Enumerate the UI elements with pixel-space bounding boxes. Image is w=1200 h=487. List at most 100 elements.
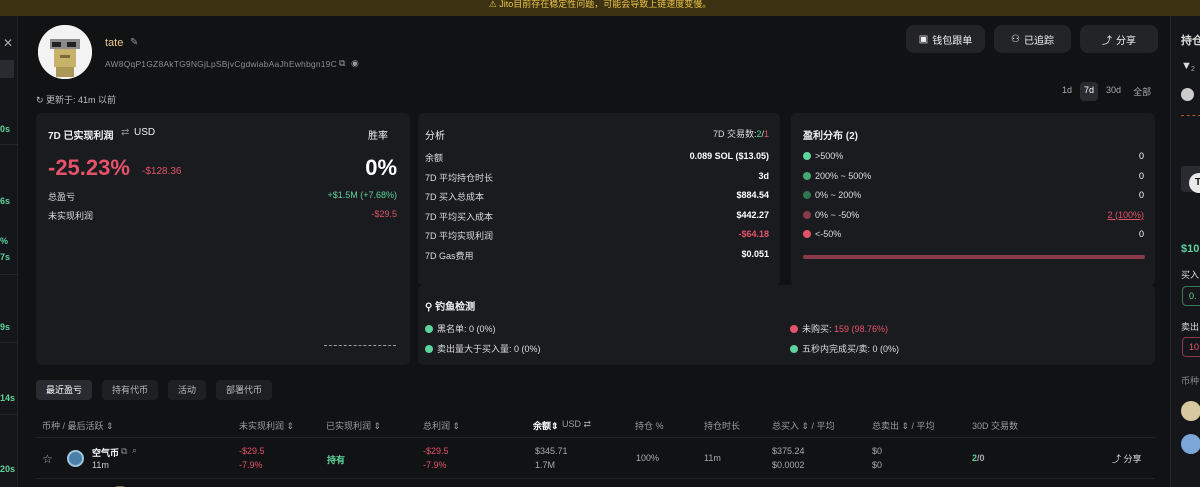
token-avatar[interactable] <box>1181 434 1200 454</box>
col-token[interactable]: 币种 / 最后活跃 ⇕ <box>42 419 114 432</box>
phishing-title-text: 钓鱼检测 <box>435 302 476 313</box>
status-dot <box>803 171 811 180</box>
col-balance[interactable]: 余额⇕ <box>533 419 559 432</box>
sidebar-time-label: 7s <box>0 252 11 262</box>
divider <box>36 478 1155 479</box>
analysis-row-label: 7D 买入总成本 <box>425 192 485 202</box>
trade-count-sell: 1 <box>763 129 769 139</box>
close-icon[interactable]: ✕ <box>3 36 13 50</box>
phishing-item: 黑名单: 0 (0%) <box>425 322 496 335</box>
sell-total: $0 <box>872 446 883 456</box>
search-icon[interactable]: ⌕ <box>132 445 137 456</box>
phishing-title: ⚲ 钓鱼检测 <box>425 298 475 313</box>
wallet-follow-button[interactable]: ▣ 钱包跟单 <box>906 25 985 53</box>
unrealized-label: 未实现利润 <box>48 211 94 221</box>
distribution-row-value: 0 <box>1138 170 1144 181</box>
share-button[interactable]: ⤴ 分享 <box>1080 25 1158 53</box>
realized-status: 持有 <box>327 455 346 465</box>
hook-icon: ⚲ <box>425 302 436 313</box>
distribution-row-label: 200% ~ 500% <box>815 170 872 181</box>
last-updated: ↻ 更新于: 41m 以前 <box>36 93 116 106</box>
explorer-icon[interactable]: ◉ <box>351 58 359 69</box>
username: tate <box>105 37 124 49</box>
col-buy[interactable]: 总买入 ⇕ / 平均 <box>772 419 835 432</box>
timeframe-7d[interactable]: 7d <box>1080 82 1099 101</box>
star-icon[interactable]: ☆ <box>42 452 53 466</box>
timeframe-30d[interactable]: 30d <box>1102 82 1125 101</box>
coin-header: 币种 <box>1181 376 1200 386</box>
token-avatar[interactable] <box>1181 401 1200 421</box>
timeframe-1d[interactable]: 1d <box>1058 82 1076 101</box>
tab-recent-pnl[interactable]: 最近盈亏 <box>36 380 93 400</box>
phishing-item-label: 黑名单: <box>437 324 470 334</box>
divider <box>36 437 1155 438</box>
analysis-row-label: 7D Gas费用 <box>425 250 474 261</box>
sidebar-selected-item[interactable] <box>0 60 14 78</box>
copy-icon[interactable]: ⧉ <box>339 58 345 69</box>
col-duration[interactable]: 持仓时长 <box>704 419 740 432</box>
balance-amount: 1.7M <box>535 460 556 470</box>
hold-duration: 11m <box>704 453 721 463</box>
phishing-item: 五秒内完成买/卖: 0 (0%) <box>790 342 899 355</box>
tab-holdings[interactable]: 持有代币 <box>102 380 159 400</box>
copy-icon[interactable]: ⧉ <box>121 446 127 457</box>
col-usd-label: USD <box>562 419 582 429</box>
phishing-item-value: 0 (0%) <box>872 344 900 354</box>
phishing-item-label: 未购买: <box>802 324 835 334</box>
tab-activity[interactable]: 活动 <box>168 380 207 400</box>
filter-count: 2 <box>1191 66 1195 73</box>
buy-input[interactable]: 0. <box>1182 286 1200 306</box>
row-share-button[interactable]: ⤴ 分享 <box>1112 452 1142 465</box>
total-pct: -7.9% <box>423 460 447 470</box>
col-trades[interactable]: 30D 交易数 <box>972 419 1018 432</box>
distribution-row-label: 0% ~ 200% <box>815 190 862 200</box>
wallet-address: AW8QqP1GZ8AkTG9NGjLpSBjvCgdwiabAaJhEwhbg… <box>105 59 337 69</box>
pnl-title: 7D 已实现利润 <box>48 131 114 142</box>
distribution-row: 200% ~ 500% <box>803 171 871 181</box>
analysis-row-label: 7D 平均实现利润 <box>425 231 494 241</box>
timeframe-selector: 1d 7d 30d 全部 <box>1058 82 1155 101</box>
edit-icon[interactable]: ✎ <box>130 37 138 48</box>
divider <box>1181 115 1200 116</box>
sell-label: 卖出 <box>1181 322 1200 332</box>
last-updated-text: 更新于: 41m 以前 <box>46 95 117 105</box>
col-sell[interactable]: 总卖出 ⇕ / 平均 <box>872 419 935 432</box>
currency-label[interactable]: USD <box>134 127 155 138</box>
currency-toggle-icon[interactable]: ⇄ <box>121 127 129 138</box>
sell-input[interactable]: 10 <box>1182 337 1200 357</box>
col-unrealized[interactable]: 未实现利润 ⇕ <box>239 419 294 432</box>
distribution-title: 盈利分布 (2) <box>803 131 858 142</box>
token-name[interactable]: 空气币 <box>92 446 119 459</box>
warning-banner: ⚠ Jito目前存在稳定性问题，可能会导致上链速度变慢。 <box>0 0 1200 16</box>
analysis-row-value: 3d <box>758 170 769 181</box>
mini-chart-baseline <box>324 345 396 346</box>
token-avatar[interactable] <box>1181 88 1194 101</box>
col-realized[interactable]: 已实现利润 ⇕ <box>326 419 381 432</box>
main-content: tate ✎ AW8QqP1GZ8AkTG9NGjLpSBjvCgdwiabAa… <box>18 16 1170 487</box>
profit-distribution-card: 盈利分布 (2) >500% 0 200% ~ 500% 0 0% ~ 200% 0 0% … <box>791 113 1155 286</box>
col-usd-toggle[interactable]: USD ⇄ <box>562 419 591 430</box>
wallet-icon: ▣ <box>918 33 929 45</box>
distribution-bar <box>803 255 1145 259</box>
distribution-row-value[interactable]: 2 (100%) <box>1107 210 1144 220</box>
winrate-label: 胜率 <box>368 131 388 142</box>
tab-deployed[interactable]: 部署代币 <box>216 380 273 400</box>
refresh-icon[interactable]: ↻ <box>36 95 46 105</box>
total-pnl-label: 总盈亏 <box>48 192 76 202</box>
share-icon: ⤴ <box>1112 454 1124 464</box>
phishing-item: 卖出量大于买入量: 0 (0%) <box>425 342 541 355</box>
sell-avg: $0 <box>872 460 883 470</box>
timeframe-all[interactable]: 全部 <box>1129 82 1155 101</box>
col-total[interactable]: 总利润 ⇕ <box>423 419 460 432</box>
token-age: 11m <box>92 460 109 470</box>
col-position[interactable]: 持仓 % <box>635 419 664 432</box>
buy-total: $375.24 <box>772 446 805 456</box>
wallet-follow-label: 钱包跟单 <box>932 35 973 47</box>
holdings-amount: $10 <box>1181 243 1200 255</box>
winrate-value: 0% <box>365 155 397 180</box>
status-dot <box>803 210 811 219</box>
partial-row-indicator: — <box>116 482 124 487</box>
tracked-button[interactable]: ⚇ 已追踪 <box>994 25 1071 53</box>
status-dot <box>803 230 811 238</box>
sidebar-time-label: 6s <box>0 196 11 206</box>
